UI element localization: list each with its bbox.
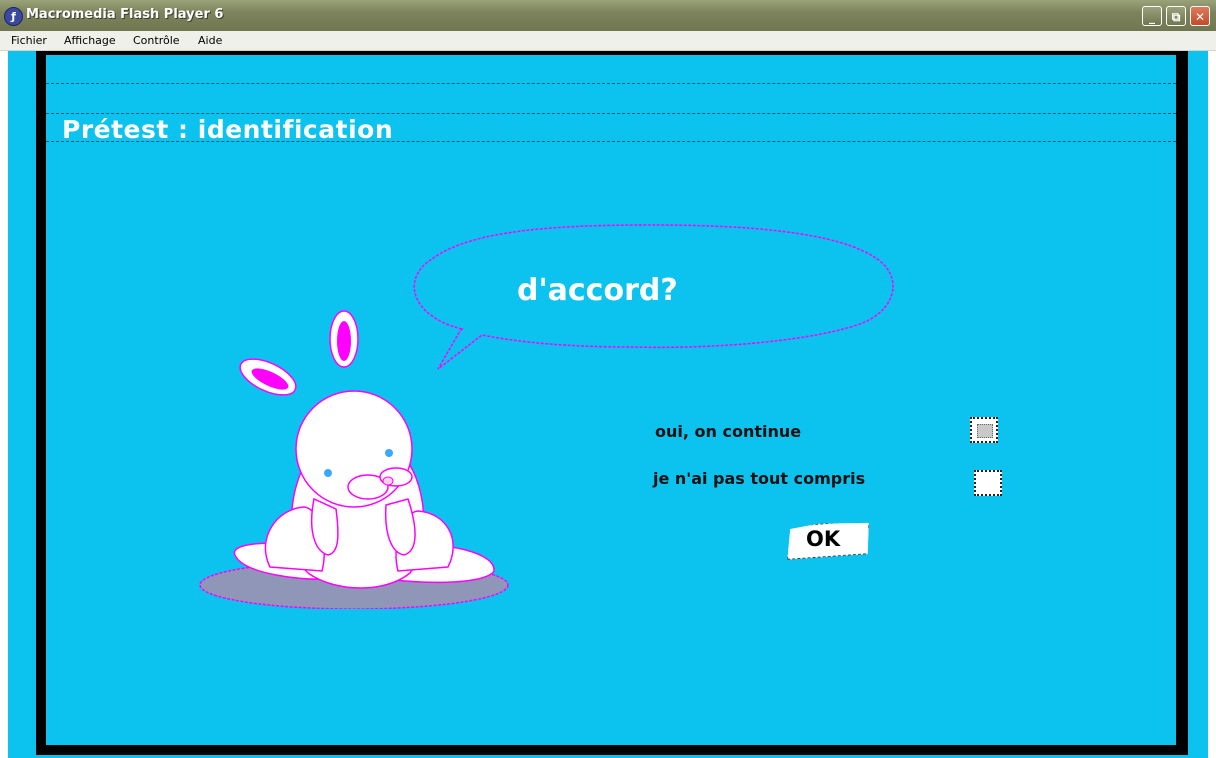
- close-button[interactable]: ✕: [1190, 6, 1210, 26]
- option-not-understood-label: je n'ai pas tout compris: [653, 469, 866, 488]
- flash-stage: Prétest : identification d'accord? oui, …: [8, 51, 1208, 758]
- page-title: Prétest : identification: [62, 115, 394, 144]
- flash-player-icon: ƒ: [4, 7, 23, 26]
- option-continue-label: oui, on continue: [655, 422, 802, 441]
- menu-controle[interactable]: Contrôle: [133, 34, 180, 47]
- window-title: Macromedia Flash Player 6: [26, 7, 224, 22]
- ok-button-label: OK: [806, 527, 841, 551]
- menu-affichage[interactable]: Affichage: [64, 34, 116, 47]
- rabbit-illustration: [199, 310, 509, 609]
- stage-frame-right: [1176, 53, 1188, 753]
- stage-frame-bottom: [36, 745, 1188, 755]
- menu-fichier[interactable]: Fichier: [11, 34, 47, 47]
- divider-line: [46, 83, 1176, 84]
- maximize-button[interactable]: ⧉: [1166, 6, 1186, 26]
- menu-aide[interactable]: Aide: [198, 34, 222, 47]
- window-title-bar[interactable]: ƒ Macromedia Flash Player 6 _ ⧉ ✕: [0, 0, 1216, 31]
- stage-frame-top: [36, 51, 1188, 55]
- stage-frame-left: [36, 53, 46, 753]
- option-continue-checkbox[interactable]: [970, 417, 998, 443]
- minimize-button[interactable]: _: [1142, 6, 1162, 26]
- divider-line: [46, 113, 1176, 114]
- speech-bubble-text: d'accord?: [517, 273, 678, 308]
- option-not-understood-checkbox[interactable]: [974, 470, 1002, 496]
- menu-bar: Fichier Affichage Contrôle Aide: [0, 31, 1216, 51]
